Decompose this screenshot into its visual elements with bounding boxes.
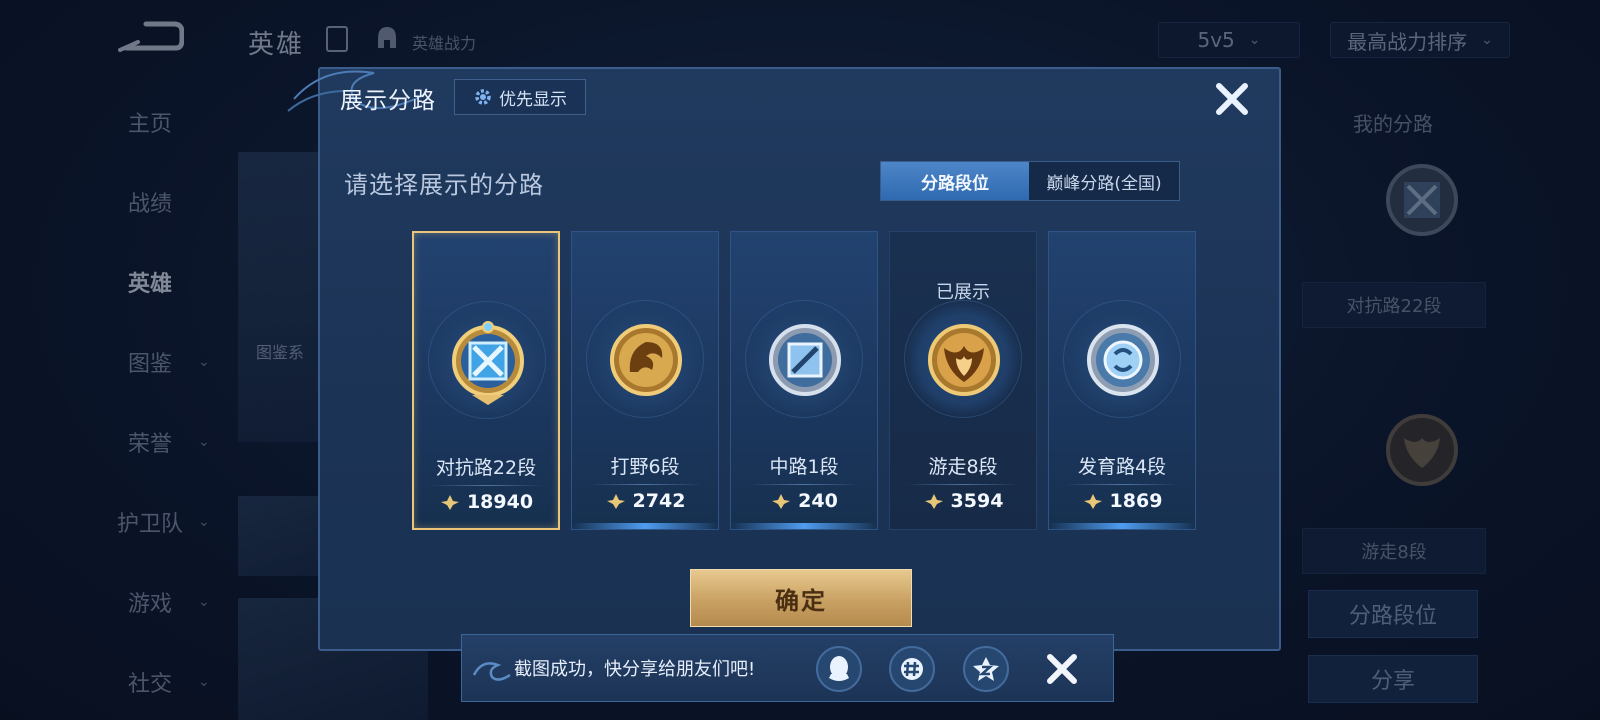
card-bottom-glow xyxy=(1049,523,1195,529)
gear-icon xyxy=(475,89,491,105)
card-bottom-glow xyxy=(572,523,718,529)
lane-card-jungle[interactable]: 打野6段 2742 xyxy=(571,231,719,530)
power-icon xyxy=(440,495,459,510)
lane-card-mid[interactable]: 中路1段 240 xyxy=(730,231,878,530)
share-moments-button[interactable] xyxy=(889,646,935,692)
lane-score-value: 240 xyxy=(798,490,838,512)
toast-message: 截图成功，快分享给朋友们吧! xyxy=(514,659,756,680)
divider xyxy=(747,484,861,485)
lane-card-farm[interactable]: 发育路4段 1869 xyxy=(1048,231,1196,530)
power-icon xyxy=(606,494,625,509)
lane-name: 游走8段 xyxy=(928,456,998,478)
lane-score-value: 18940 xyxy=(466,491,534,513)
lane-card-roam[interactable]: 已展示 游走8段 3594 xyxy=(889,231,1037,530)
clash-lane-emblem-icon xyxy=(452,321,524,405)
jungle-emblem-icon xyxy=(610,324,682,396)
tab-peak-lane[interactable]: 巅峰分路(全国) xyxy=(1029,162,1179,200)
moments-icon xyxy=(901,658,923,680)
roam-emblem-icon xyxy=(928,324,1000,396)
mid-lane-emblem-icon xyxy=(769,324,841,396)
qzone-icon xyxy=(973,657,999,681)
lane-score: 18940 xyxy=(414,491,558,513)
lane-score: 3594 xyxy=(890,490,1036,512)
card-bottom-glow xyxy=(731,523,877,529)
divider xyxy=(1065,484,1179,485)
lane-score-value: 1869 xyxy=(1109,490,1163,512)
divider xyxy=(906,484,1020,485)
close-icon[interactable] xyxy=(1042,649,1082,689)
cloud-ornament-icon xyxy=(472,662,511,681)
lane-score: 240 xyxy=(731,490,877,512)
power-icon xyxy=(924,494,943,509)
power-icon xyxy=(772,494,791,509)
divider xyxy=(588,484,702,485)
divider xyxy=(430,485,544,486)
lane-tabs: 分路段位 巅峰分路(全国) xyxy=(880,161,1180,201)
tab-lane-rank[interactable]: 分路段位 xyxy=(881,162,1029,200)
lane-score-value: 3594 xyxy=(950,490,1004,512)
priority-display-button[interactable]: 优先显示 xyxy=(454,79,586,115)
share-toast: 截图成功，快分享给朋友们吧! xyxy=(461,634,1114,702)
farm-lane-emblem-icon xyxy=(1087,324,1159,396)
lane-display-dialog: 展示分路 优先显示 请选择展示的分路 分路段位 巅峰分路(全国) 对抗路22段 xyxy=(287,67,1281,651)
lane-score-value: 2742 xyxy=(632,490,686,512)
qq-icon xyxy=(829,656,849,681)
confirm-button[interactable]: 确定 xyxy=(690,569,912,627)
lane-score: 1869 xyxy=(1049,490,1195,512)
share-qq-button[interactable] xyxy=(816,646,862,692)
lane-name: 发育路4段 xyxy=(1077,456,1167,478)
lane-name: 打野6段 xyxy=(610,456,680,478)
share-qzone-button[interactable] xyxy=(963,646,1009,692)
lane-score: 2742 xyxy=(572,490,718,512)
power-icon xyxy=(1083,494,1102,509)
lane-name: 中路1段 xyxy=(769,456,839,478)
dialog-subtitle: 请选择展示的分路 xyxy=(344,171,544,199)
lane-name: 对抗路22段 xyxy=(435,457,537,479)
priority-button-label: 优先显示 xyxy=(499,89,567,110)
dialog-title: 展示分路 xyxy=(340,88,436,114)
close-icon[interactable] xyxy=(1212,79,1252,119)
lane-card-clash[interactable]: 对抗路22段 18940 xyxy=(412,231,560,530)
